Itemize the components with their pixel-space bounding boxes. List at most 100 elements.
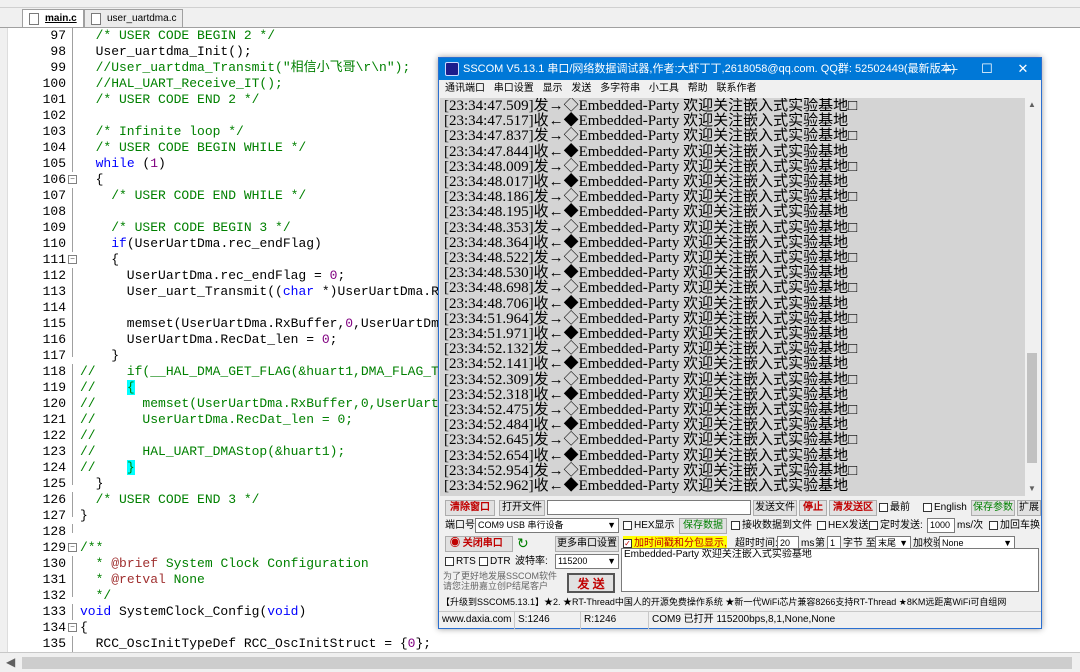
send-text-area[interactable]: Embedded-Party 欢迎关注嵌入式实验基地 — [621, 548, 1039, 592]
code-text: /* USER CODE END 3 */ — [80, 492, 260, 507]
code-line[interactable]: 135 RCC_OscInitTypeDef RCC_OscInitStruct… — [0, 636, 1080, 652]
sscom-title-bar[interactable]: SSCOM V5.13.1 串口/网络数据调试器,作者:大虾丁丁,2618058… — [439, 58, 1041, 80]
add-crlf-checkbox[interactable]: 加回车换 — [989, 518, 1040, 534]
timed-interval-input[interactable]: 1000 — [927, 518, 955, 533]
hex-display-checkbox[interactable]: HEX显示 — [623, 518, 675, 534]
hex-send-checkbox[interactable]: HEX发送 — [817, 518, 869, 534]
code-text: void SystemClock_Config(void) — [80, 604, 307, 619]
fold-toggle-icon[interactable]: − — [68, 543, 77, 552]
checkbox-icon — [623, 520, 632, 530]
checkbox-icon — [817, 520, 826, 530]
code-text: // UserUartDma.RecDat_len = 0; — [80, 412, 354, 427]
expand-button[interactable]: 扩展 — [1017, 500, 1041, 516]
minimize-icon[interactable]: — — [933, 58, 969, 80]
always-on-top-checkbox[interactable]: 最前 — [879, 500, 910, 516]
close-port-button[interactable]: ◉ 关闭串口 — [445, 536, 513, 552]
dtr-checkbox[interactable]: DTR — [479, 554, 511, 570]
send-button[interactable]: 发 送 — [567, 573, 615, 593]
save-params-button[interactable]: 保存参数 — [971, 500, 1015, 516]
menu-item-contact[interactable]: 联系作者 — [716, 83, 756, 94]
close-icon[interactable]: ✕ — [1005, 58, 1041, 80]
tab-user-uartdma-c[interactable]: user_uartdma.c — [84, 9, 184, 27]
code-text: if(UserUartDma.rec_endFlag) — [111, 236, 322, 251]
menu-item-help[interactable]: 帮助 — [688, 83, 708, 94]
menu-item-port[interactable]: 通讯端口 — [445, 83, 485, 94]
baud-select[interactable]: 115200 ▼ — [555, 554, 619, 569]
rts-checkbox[interactable]: RTS — [445, 554, 476, 570]
menu-item-multistring[interactable]: 多字符串 — [600, 83, 640, 94]
menu-item-display[interactable]: 显示 — [543, 83, 563, 94]
file-path-input[interactable] — [547, 500, 751, 515]
line-number: 127 — [42, 508, 66, 523]
checkbox-icon: ✓ — [623, 538, 632, 548]
receive-line: [23:34:52.309]发→◇Embedded-Party 欢迎关注嵌入式实… — [444, 371, 858, 388]
menu-item-tools[interactable]: 小工具 — [649, 83, 679, 94]
fold-guide — [72, 556, 73, 572]
more-port-settings-button[interactable]: 更多串口设置 — [555, 536, 619, 552]
clear-window-button[interactable]: 清除窗口 — [445, 500, 495, 516]
code-text: } — [80, 476, 104, 491]
scroll-down-icon[interactable]: ▼ — [1028, 484, 1036, 493]
scroll-thumb[interactable] — [22, 657, 1072, 669]
checksum-select-value: None — [942, 538, 964, 548]
code-line[interactable]: 97 /* USER CODE BEGIN 2 */ — [0, 28, 1080, 44]
fold-guide — [72, 492, 73, 508]
refresh-icon[interactable]: ↻ — [517, 535, 529, 552]
stop-button[interactable]: 停止 — [799, 500, 827, 516]
receive-line: [23:34:48.353]发→◇Embedded-Party 欢迎关注嵌入式实… — [444, 219, 858, 236]
line-number: 132 — [42, 588, 66, 603]
line-number: 118 — [42, 364, 66, 379]
line-number: 126 — [42, 492, 66, 507]
fold-guide — [72, 428, 73, 444]
menu-item-serial-settings[interactable]: 串口设置 — [494, 83, 534, 94]
tab-main-c[interactable]: main.c — [22, 9, 84, 27]
sscom-window: SSCOM V5.13.1 串口/网络数据调试器,作者:大虾丁丁,2618058… — [438, 57, 1042, 629]
code-text: // { — [80, 380, 135, 395]
receive-area[interactable]: [23:34:47.509]发→◇Embedded-Party 欢迎关注嵌入式实… — [440, 98, 1039, 496]
english-checkbox[interactable]: English — [923, 500, 967, 516]
scroll-left-icon[interactable]: ◀ — [6, 655, 15, 669]
save-data-button[interactable]: 保存数据 — [679, 518, 727, 534]
receive-line: [23:34:51.971]收←◆Embedded-Party 欢迎关注嵌入式实… — [444, 326, 849, 342]
port-select[interactable]: COM9 USB 串行设备 ▼ — [475, 518, 619, 533]
receive-to-file-checkbox[interactable]: 接收数据到文件 — [731, 518, 812, 534]
checkbox-label: English — [934, 502, 967, 513]
receive-line: [23:34:48.698]发→◇Embedded-Party 欢迎关注嵌入式实… — [444, 280, 858, 297]
close-port-label: 关闭串口 — [462, 538, 503, 549]
fold-guide — [72, 236, 73, 252]
fold-guide — [72, 460, 73, 476]
maximize-icon[interactable]: ☐ — [969, 58, 1005, 80]
line-number: 134 — [42, 620, 66, 635]
timed-send-checkbox[interactable]: 定时发送: — [869, 518, 923, 534]
receive-line: [23:34:47.517]收←◆Embedded-Party 欢迎关注嵌入式实… — [444, 113, 849, 130]
code-text: /* USER CODE BEGIN 3 */ — [80, 220, 291, 235]
fold-toggle-icon[interactable]: − — [68, 175, 77, 184]
port-select-value: COM9 USB 串行设备 — [478, 520, 564, 530]
line-number: 113 — [42, 284, 66, 299]
receive-scrollbar[interactable]: ▲ ▼ — [1025, 98, 1039, 496]
clear-send-button[interactable]: 清发送区 — [829, 500, 877, 516]
receive-line: [23:34:52.645]发→◇Embedded-Party 欢迎关注嵌入式实… — [444, 432, 858, 449]
receive-line: [23:34:48.195]收←◆Embedded-Party 欢迎关注嵌入式实… — [444, 204, 849, 221]
receive-line: [23:34:52.141]收←◆Embedded-Party 欢迎关注嵌入式实… — [444, 356, 849, 373]
code-text: /* USER CODE BEGIN 2 */ — [80, 28, 276, 43]
checkbox-label: HEX显示 — [634, 520, 675, 531]
fold-toggle-icon[interactable]: − — [68, 255, 77, 264]
fold-guide — [72, 76, 73, 92]
news-ticker[interactable]: 【升级到SSCOM5.13.1】★2. ★RT-Thread中国人的开源免费操作… — [441, 594, 1041, 610]
scroll-thumb[interactable] — [1027, 353, 1037, 463]
fold-toggle-icon[interactable]: − — [68, 623, 77, 632]
code-text: UserUartDma.rec_endFlag = 0; — [80, 268, 346, 283]
receive-line: [23:34:48.522]发→◇Embedded-Party 欢迎关注嵌入式实… — [444, 250, 858, 266]
send-file-button[interactable]: 发送文件 — [753, 500, 797, 516]
open-file-button[interactable]: 打开文件 — [499, 500, 545, 516]
status-website[interactable]: www.daxia.com — [439, 612, 515, 629]
checkbox-icon — [989, 520, 998, 530]
fold-guide — [72, 476, 73, 485]
menu-item-send[interactable]: 发送 — [571, 83, 591, 94]
end-select-value: 末尾 — [878, 538, 897, 548]
scroll-up-icon[interactable]: ▲ — [1028, 100, 1036, 109]
fold-guide — [72, 412, 73, 428]
editor-horizontal-scrollbar[interactable]: ◀ — [0, 652, 1080, 672]
code-text: // HAL_UART_DMAStop(&huart1); — [80, 444, 346, 459]
